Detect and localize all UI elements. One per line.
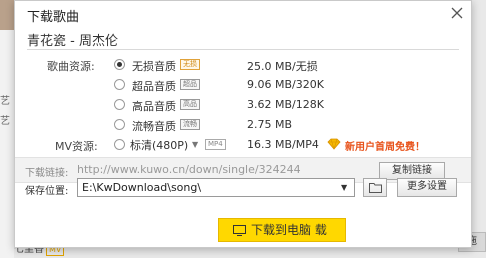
quality-tag: 超品	[180, 79, 200, 90]
radio-mv[interactable]	[114, 139, 125, 150]
quality-name: 超品音质	[132, 80, 176, 93]
download-link-url[interactable]: http://www.kuwo.cn/down/single/324244	[77, 163, 301, 176]
quality-row-smooth[interactable]: 流畅音质 流畅 2.75 MB	[15, 117, 471, 133]
quality-size: 9.06 MB/320K	[247, 78, 324, 91]
divider	[27, 49, 459, 50]
folder-icon	[369, 183, 382, 193]
background-text: 艺	[0, 96, 10, 107]
quality-name: 流畅音质	[132, 120, 176, 133]
quality-tag: 流畅	[180, 119, 200, 130]
radio-lossless[interactable]	[114, 59, 125, 70]
mv-row[interactable]: MV资源: 标清(480P) ▼ MP4 16.3 MB/MP4 新用户首周免费…	[15, 137, 471, 153]
quality-size: 3.62 MB/128K	[247, 98, 324, 111]
title-bar: 下载歌曲	[15, 1, 471, 27]
save-path-input[interactable]	[77, 178, 355, 197]
background-thumbnail	[0, 0, 14, 30]
monitor-icon	[233, 225, 246, 236]
mv-source-label: MV资源:	[55, 140, 98, 153]
background-sidebar: 艺 艺	[0, 0, 14, 258]
radio-superior[interactable]	[114, 79, 125, 90]
download-link-label: 下载链接:	[25, 168, 69, 179]
save-location-label: 保存位置:	[25, 186, 69, 197]
quality-size: 25.0 MB/无损	[247, 60, 318, 73]
download-button-label: 下载到电脑 载	[251, 223, 327, 237]
quality-row-superior[interactable]: 超品音质 超品 9.06 MB/320K	[15, 77, 471, 93]
dialog-title: 下载歌曲	[27, 10, 80, 25]
quality-name: 高品音质	[132, 100, 176, 113]
quality-size: 2.75 MB	[247, 118, 293, 131]
close-icon[interactable]	[449, 5, 465, 21]
download-dialog: 下载歌曲 青花瓷 - 周杰伦 歌曲资源: 无损音质 无损 25.0 MB/无损 …	[14, 0, 472, 248]
quality-row-high[interactable]: 高品音质 高品 3.62 MB/128K	[15, 97, 471, 113]
mv-quality-select[interactable]: 标清(480P)	[130, 137, 188, 153]
mv-size: 16.3 MB/MP4	[247, 138, 319, 151]
mv-format-tag: MP4	[205, 139, 226, 150]
diamond-icon	[327, 138, 341, 150]
radio-smooth[interactable]	[114, 119, 125, 130]
quality-tag: 高品	[180, 99, 200, 110]
song-title: 青花瓷 - 周杰伦	[27, 34, 118, 49]
download-to-pc-button[interactable]: 下载到电脑 载	[218, 218, 346, 242]
quality-row-lossless[interactable]: 歌曲资源: 无损音质 无损 25.0 MB/无损	[15, 57, 471, 73]
more-settings-button[interactable]: 更多设置	[397, 178, 457, 197]
background-text: 艺	[0, 116, 10, 127]
promo-text[interactable]: 新用户首周免费！	[345, 138, 425, 153]
quality-tag: 无损	[180, 59, 200, 70]
song-source-label: 歌曲资源:	[47, 60, 95, 73]
browse-folder-button[interactable]	[363, 178, 387, 197]
chevron-down-icon[interactable]: ▼	[192, 140, 198, 149]
radio-high[interactable]	[114, 99, 125, 110]
quality-name: 无损音质	[132, 60, 176, 73]
